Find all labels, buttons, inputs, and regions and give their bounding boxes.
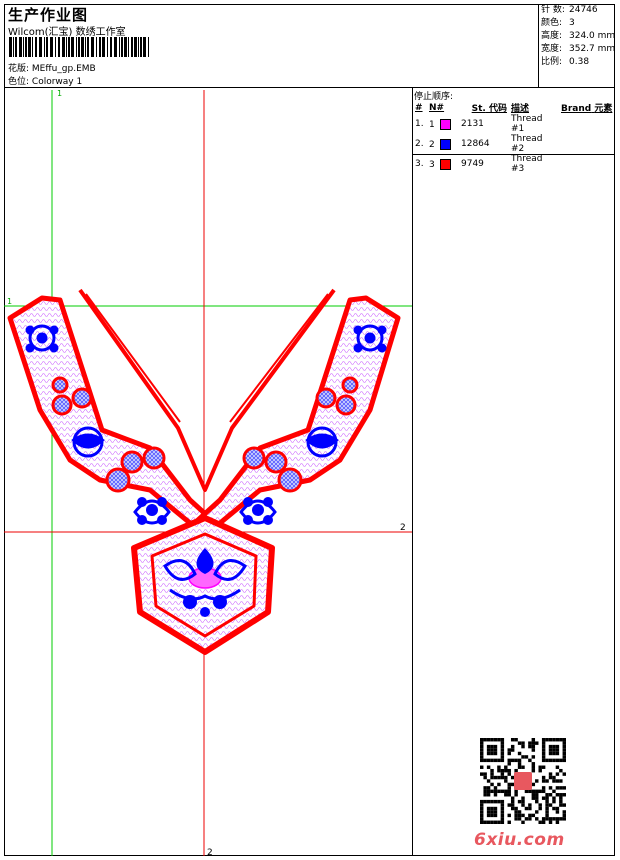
stat-scale: 比例: 0.38 — [541, 57, 590, 67]
horizontal-guide-1-label: 1 — [7, 297, 12, 306]
col-brand: Brand 元素 — [561, 104, 613, 114]
sidebar-divider — [412, 87, 413, 856]
table-row[interactable]: 1. 1 2131 Thread #1 — [413, 114, 616, 134]
design-label: 花版: — [8, 64, 30, 74]
thread-color-swatch — [440, 158, 452, 170]
design-name-row: 花版: MEffu_gp.EMB — [8, 61, 96, 74]
col-stitches: St. 代码 — [471, 104, 507, 114]
horizontal-guide-2-label: 2 — [400, 523, 406, 533]
qr-code-image — [480, 738, 566, 824]
vertical-guide-2-label: 2 — [207, 848, 213, 856]
watermark-logo: 6xiu.com — [474, 830, 565, 850]
thread-color-swatch — [440, 118, 452, 130]
stat-height: 高度: 324.0 mm — [541, 31, 616, 41]
stat-width: 宽度: 352.7 mm — [541, 44, 616, 54]
stats-divider — [538, 4, 539, 87]
thread-color-swatch — [440, 138, 452, 150]
stat-stitches: 针 数: 24746 — [541, 5, 598, 15]
colorway-row: 色位: Colorway 1 — [8, 74, 82, 87]
studio-subtitle: Wilcom(汇宝) 数绣工作室 — [8, 27, 126, 38]
colorway-value: Colorway 1 — [31, 77, 83, 87]
design-preview-canvas[interactable]: 1 1 2 2 — [4, 88, 412, 856]
table-header-row: # N# St. 代码 描述 Brand 元素 — [413, 101, 616, 115]
table-row[interactable]: 3. 3 9749 Thread #3 — [413, 154, 616, 174]
col-n: N# — [429, 102, 445, 113]
col-desc: 描述 — [511, 104, 530, 114]
barcode-image — [9, 37, 149, 57]
vertical-guide-1-label: 1 — [57, 89, 62, 98]
design-value: MEffu_gp.EMB — [31, 64, 96, 74]
table-row[interactable]: 2. 2 12864 Thread #2 — [413, 134, 616, 154]
colorway-label: 色位: — [8, 77, 30, 87]
col-index: # — [415, 102, 423, 113]
stat-colors: 颜色: 3 — [541, 18, 575, 28]
page-title: 生产作业图 — [8, 6, 89, 24]
design-stats: 针 数: 24746 颜色: 3 高度: 324.0 mm 宽度: 352.7 mm 比… — [541, 4, 615, 69]
stop-sequence-table: # N# St. 代码 描述 Brand 元素 1. 1 2131 Thread… — [413, 101, 616, 175]
